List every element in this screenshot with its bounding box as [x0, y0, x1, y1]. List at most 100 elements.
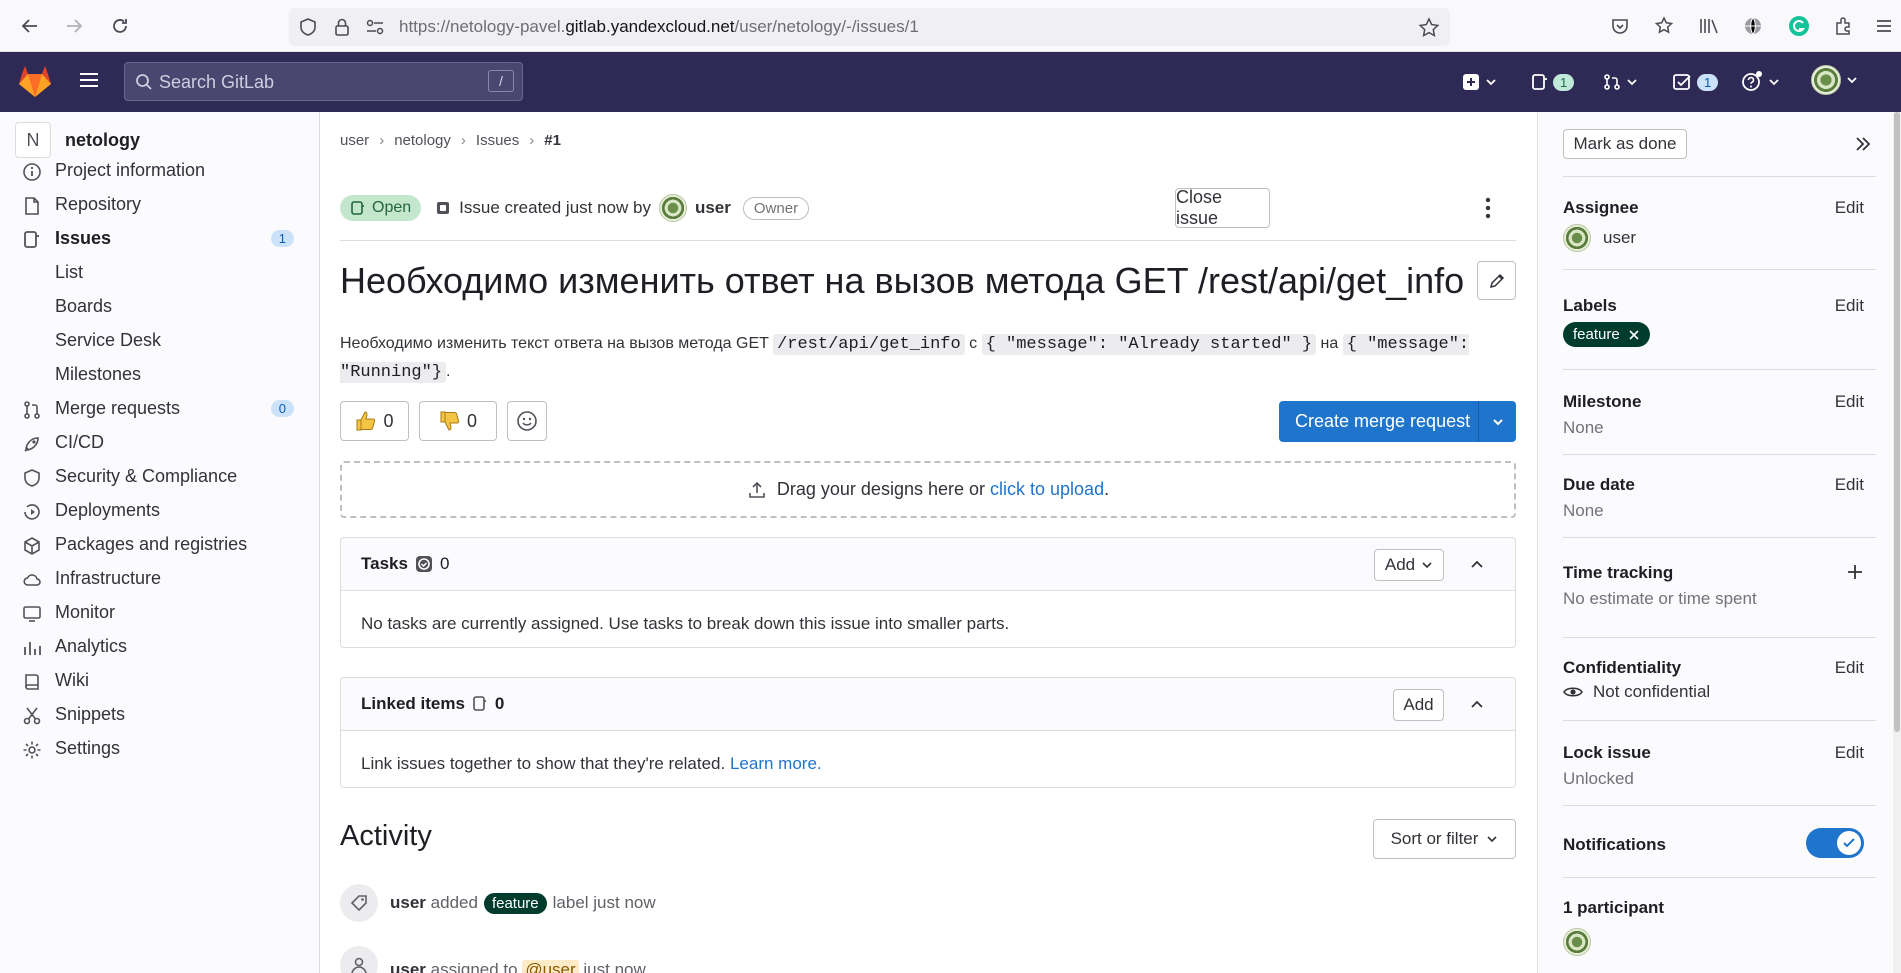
- milestone-edit-link[interactable]: Edit: [1835, 392, 1864, 412]
- page-scrollbar[interactable]: [1893, 112, 1901, 973]
- sidebar-item-issues[interactable]: Issues 1: [0, 220, 320, 258]
- merge-requests-nav[interactable]: [1603, 68, 1639, 96]
- extensions-icon[interactable]: [1831, 14, 1855, 38]
- sidebar-item-security-compliance[interactable]: Security & Compliance: [0, 458, 320, 496]
- shield-icon[interactable]: [298, 17, 318, 37]
- library-icon[interactable]: [1697, 14, 1721, 38]
- collapse-sidebar-icon[interactable]: [1854, 135, 1872, 153]
- sidebar-item-wiki[interactable]: Wiki: [0, 662, 320, 700]
- confidentiality-edit-link[interactable]: Edit: [1835, 658, 1864, 678]
- globe-icon[interactable]: [1741, 14, 1765, 38]
- sidebar-item-packages-and-registries[interactable]: Packages and registries: [0, 526, 320, 564]
- create-merge-request-button[interactable]: Create merge request: [1279, 401, 1516, 442]
- breadcrumb-project[interactable]: netology: [394, 132, 451, 149]
- mention-pill[interactable]: @user: [522, 960, 579, 973]
- back-icon[interactable]: [18, 14, 42, 38]
- book-icon: [25, 674, 39, 690]
- create-mr-dropdown[interactable]: [1478, 401, 1516, 442]
- thumbs-up-button[interactable]: 0: [340, 401, 409, 441]
- add-time-icon[interactable]: [1846, 563, 1864, 581]
- help-dropdown[interactable]: [1741, 68, 1781, 96]
- due-date-section: Due date Edit None: [1563, 475, 1876, 521]
- sidebar-item-project-information[interactable]: Project information: [0, 152, 320, 190]
- sidebar-item-boards[interactable]: Boards: [0, 288, 320, 326]
- sidebar-item-milestones[interactable]: Milestones: [0, 356, 320, 394]
- close-issue-button[interactable]: Close issue: [1175, 187, 1270, 228]
- collapse-tasks-icon[interactable]: [1469, 556, 1485, 572]
- gitlab-logo-icon[interactable]: [17, 64, 53, 98]
- pocket-icon[interactable]: [1608, 14, 1632, 38]
- participant-avatar[interactable]: [1563, 928, 1591, 956]
- mark-as-done-button[interactable]: Mark as done: [1563, 129, 1687, 159]
- label-icon: [340, 884, 378, 922]
- sidebar-item-service-desk[interactable]: Service Desk: [0, 322, 320, 360]
- address-bar[interactable]: https://netology-pavel.gitlab.yandexclou…: [289, 8, 1450, 46]
- menu-icon[interactable]: [1872, 14, 1896, 38]
- author-name[interactable]: user: [695, 198, 731, 218]
- sidebar-item-ci-cd[interactable]: CI/CD: [0, 424, 320, 462]
- lock-edit-link[interactable]: Edit: [1835, 743, 1864, 763]
- learn-more-link[interactable]: Learn more.: [730, 754, 822, 773]
- gitlab-topbar: Search GitLab / 1 1: [0, 52, 1901, 112]
- assignee-name[interactable]: user: [1603, 228, 1636, 248]
- forward-icon[interactable]: [62, 14, 86, 38]
- close-icon[interactable]: [1628, 329, 1640, 341]
- issues-nav[interactable]: 1: [1531, 68, 1575, 96]
- due-date-value: None: [1563, 501, 1604, 520]
- edit-title-button[interactable]: [1477, 261, 1516, 300]
- feature-label-pill[interactable]: feature: [1563, 322, 1650, 347]
- cloud-icon: [23, 574, 41, 586]
- add-reaction-button[interactable]: [507, 401, 547, 441]
- tasks-add-button[interactable]: Add: [1374, 549, 1444, 581]
- task-done-icon: [415, 556, 432, 572]
- issues-icon: [24, 231, 39, 248]
- linked-add-button[interactable]: Add: [1393, 689, 1444, 721]
- assignee-edit-link[interactable]: Edit: [1835, 198, 1864, 218]
- thumbs-down-button[interactable]: 0: [419, 401, 497, 441]
- chevron-down-icon: [1486, 79, 1496, 86]
- feature-label-pill[interactable]: feature: [483, 892, 547, 914]
- sidebar-item-settings[interactable]: Settings: [0, 730, 320, 768]
- assignee-avatar[interactable]: [1563, 224, 1591, 252]
- reload-icon[interactable]: [108, 14, 132, 38]
- note-author[interactable]: user: [390, 893, 426, 913]
- collapse-linked-icon[interactable]: [1469, 696, 1485, 712]
- sidebar-item-repository[interactable]: Repository: [0, 186, 320, 224]
- sidebar-item-analytics[interactable]: Analytics: [0, 628, 320, 666]
- grammarly-icon[interactable]: [1787, 14, 1811, 38]
- sidebar-item-deployments[interactable]: Deployments: [0, 492, 320, 530]
- sidebar-item-merge-requests[interactable]: Merge requests 0: [0, 390, 320, 428]
- hamburger-icon[interactable]: [78, 70, 100, 90]
- sidebar-item-infrastructure[interactable]: Infrastructure: [0, 560, 320, 598]
- bookmark-star-icon[interactable]: [1418, 17, 1440, 39]
- note-author[interactable]: user: [390, 960, 426, 973]
- more-actions-icon[interactable]: [1485, 196, 1491, 220]
- todos-count-badge: 1: [1697, 73, 1719, 91]
- todos-nav[interactable]: 1: [1673, 68, 1719, 96]
- search-input[interactable]: Search GitLab /: [124, 62, 523, 101]
- sidebar-item-label: Deployments: [55, 500, 161, 520]
- notifications-toggle[interactable]: [1806, 828, 1864, 858]
- extension-star-icon[interactable]: [1652, 14, 1676, 38]
- breadcrumb-current[interactable]: #1: [544, 132, 561, 149]
- breadcrumb-issues[interactable]: Issues: [476, 132, 519, 149]
- project-name: netology: [65, 129, 140, 150]
- issue-main: user › netology › Issues › #1 Open Issue cr…: [340, 112, 1516, 973]
- click-to-upload-link[interactable]: click to upload: [990, 479, 1104, 499]
- new-dropdown[interactable]: [1462, 68, 1498, 96]
- monitor-icon: [23, 606, 41, 622]
- user-icon: [340, 946, 378, 973]
- lock-icon[interactable]: [333, 17, 351, 37]
- sidebar-item-snippets[interactable]: Snippets: [0, 696, 320, 734]
- sidebar-item-monitor[interactable]: Monitor: [0, 594, 320, 632]
- code-old-response: { "message": "Already started" }: [981, 334, 1317, 355]
- sort-or-filter-button[interactable]: Sort or filter: [1373, 819, 1516, 859]
- breadcrumb-user[interactable]: user: [340, 132, 369, 149]
- permissions-icon[interactable]: [365, 18, 385, 36]
- user-menu[interactable]: [1811, 65, 1859, 95]
- due-date-edit-link[interactable]: Edit: [1835, 475, 1864, 495]
- design-dropzone[interactable]: Drag your designs here or click to uploa…: [340, 461, 1516, 518]
- labels-edit-link[interactable]: Edit: [1835, 296, 1864, 316]
- sidebar-item-list[interactable]: List: [0, 254, 320, 292]
- author-avatar[interactable]: [658, 194, 687, 222]
